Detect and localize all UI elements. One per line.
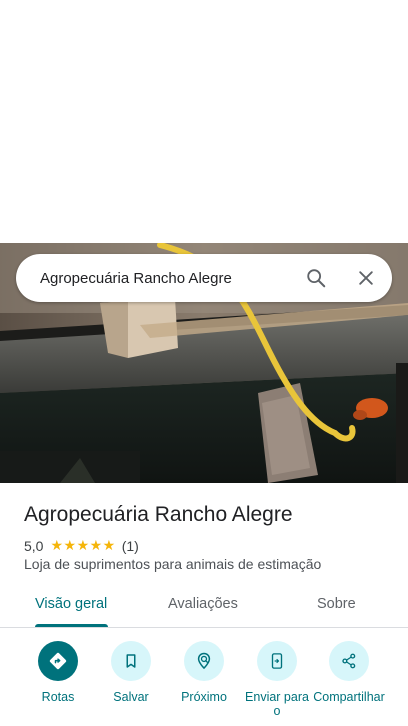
place-info-sheet: Agropecuária Rancho Alegre 5,0 ★★★★★ (1)…	[0, 483, 408, 726]
close-icon[interactable]	[346, 258, 386, 298]
tab-overview[interactable]: Visão geral	[35, 596, 107, 612]
search-bar[interactable]: Agropecuária Rancho Alegre	[16, 254, 392, 302]
directions-icon	[38, 641, 78, 681]
send-to-phone-button[interactable]: Enviar para o	[237, 641, 317, 718]
directions-button[interactable]: Rotas	[18, 641, 98, 704]
action-bar: Rotas Salvar Próximo Enviar para o Compa…	[0, 641, 408, 726]
search-input[interactable]: Agropecuária Rancho Alegre	[40, 270, 296, 287]
save-label: Salvar	[113, 690, 149, 704]
directions-label: Rotas	[41, 690, 75, 704]
tab-reviews[interactable]: Avaliações	[168, 596, 238, 612]
rating-value: 5,0	[24, 537, 44, 554]
bookmark-icon	[111, 641, 151, 681]
share-label: Compartilhar	[313, 690, 385, 704]
review-count[interactable]: (1)	[122, 538, 139, 554]
tab-bar: Visão geral Avaliações Sobre	[0, 587, 408, 628]
place-category: Loja de suprimentos para animais de esti…	[24, 556, 322, 572]
share-button[interactable]: Compartilhar	[309, 641, 389, 704]
rating-row[interactable]: 5,0 ★★★★★ (1)	[24, 537, 139, 554]
save-button[interactable]: Salvar	[91, 641, 171, 704]
active-tab-indicator	[35, 624, 108, 627]
star-rating-icon: ★★★★★	[50, 537, 116, 553]
search-icon[interactable]	[296, 258, 336, 298]
nearby-button[interactable]: Próximo	[164, 641, 244, 704]
send-to-phone-icon	[257, 641, 297, 681]
nearby-label: Próximo	[181, 690, 227, 704]
send-to-phone-label: Enviar para o	[245, 690, 309, 718]
place-title: Agropecuária Rancho Alegre	[24, 503, 293, 526]
tab-about[interactable]: Sobre	[317, 596, 356, 612]
nearby-icon	[184, 641, 224, 681]
share-icon	[329, 641, 369, 681]
map-blank-area	[0, 0, 408, 243]
